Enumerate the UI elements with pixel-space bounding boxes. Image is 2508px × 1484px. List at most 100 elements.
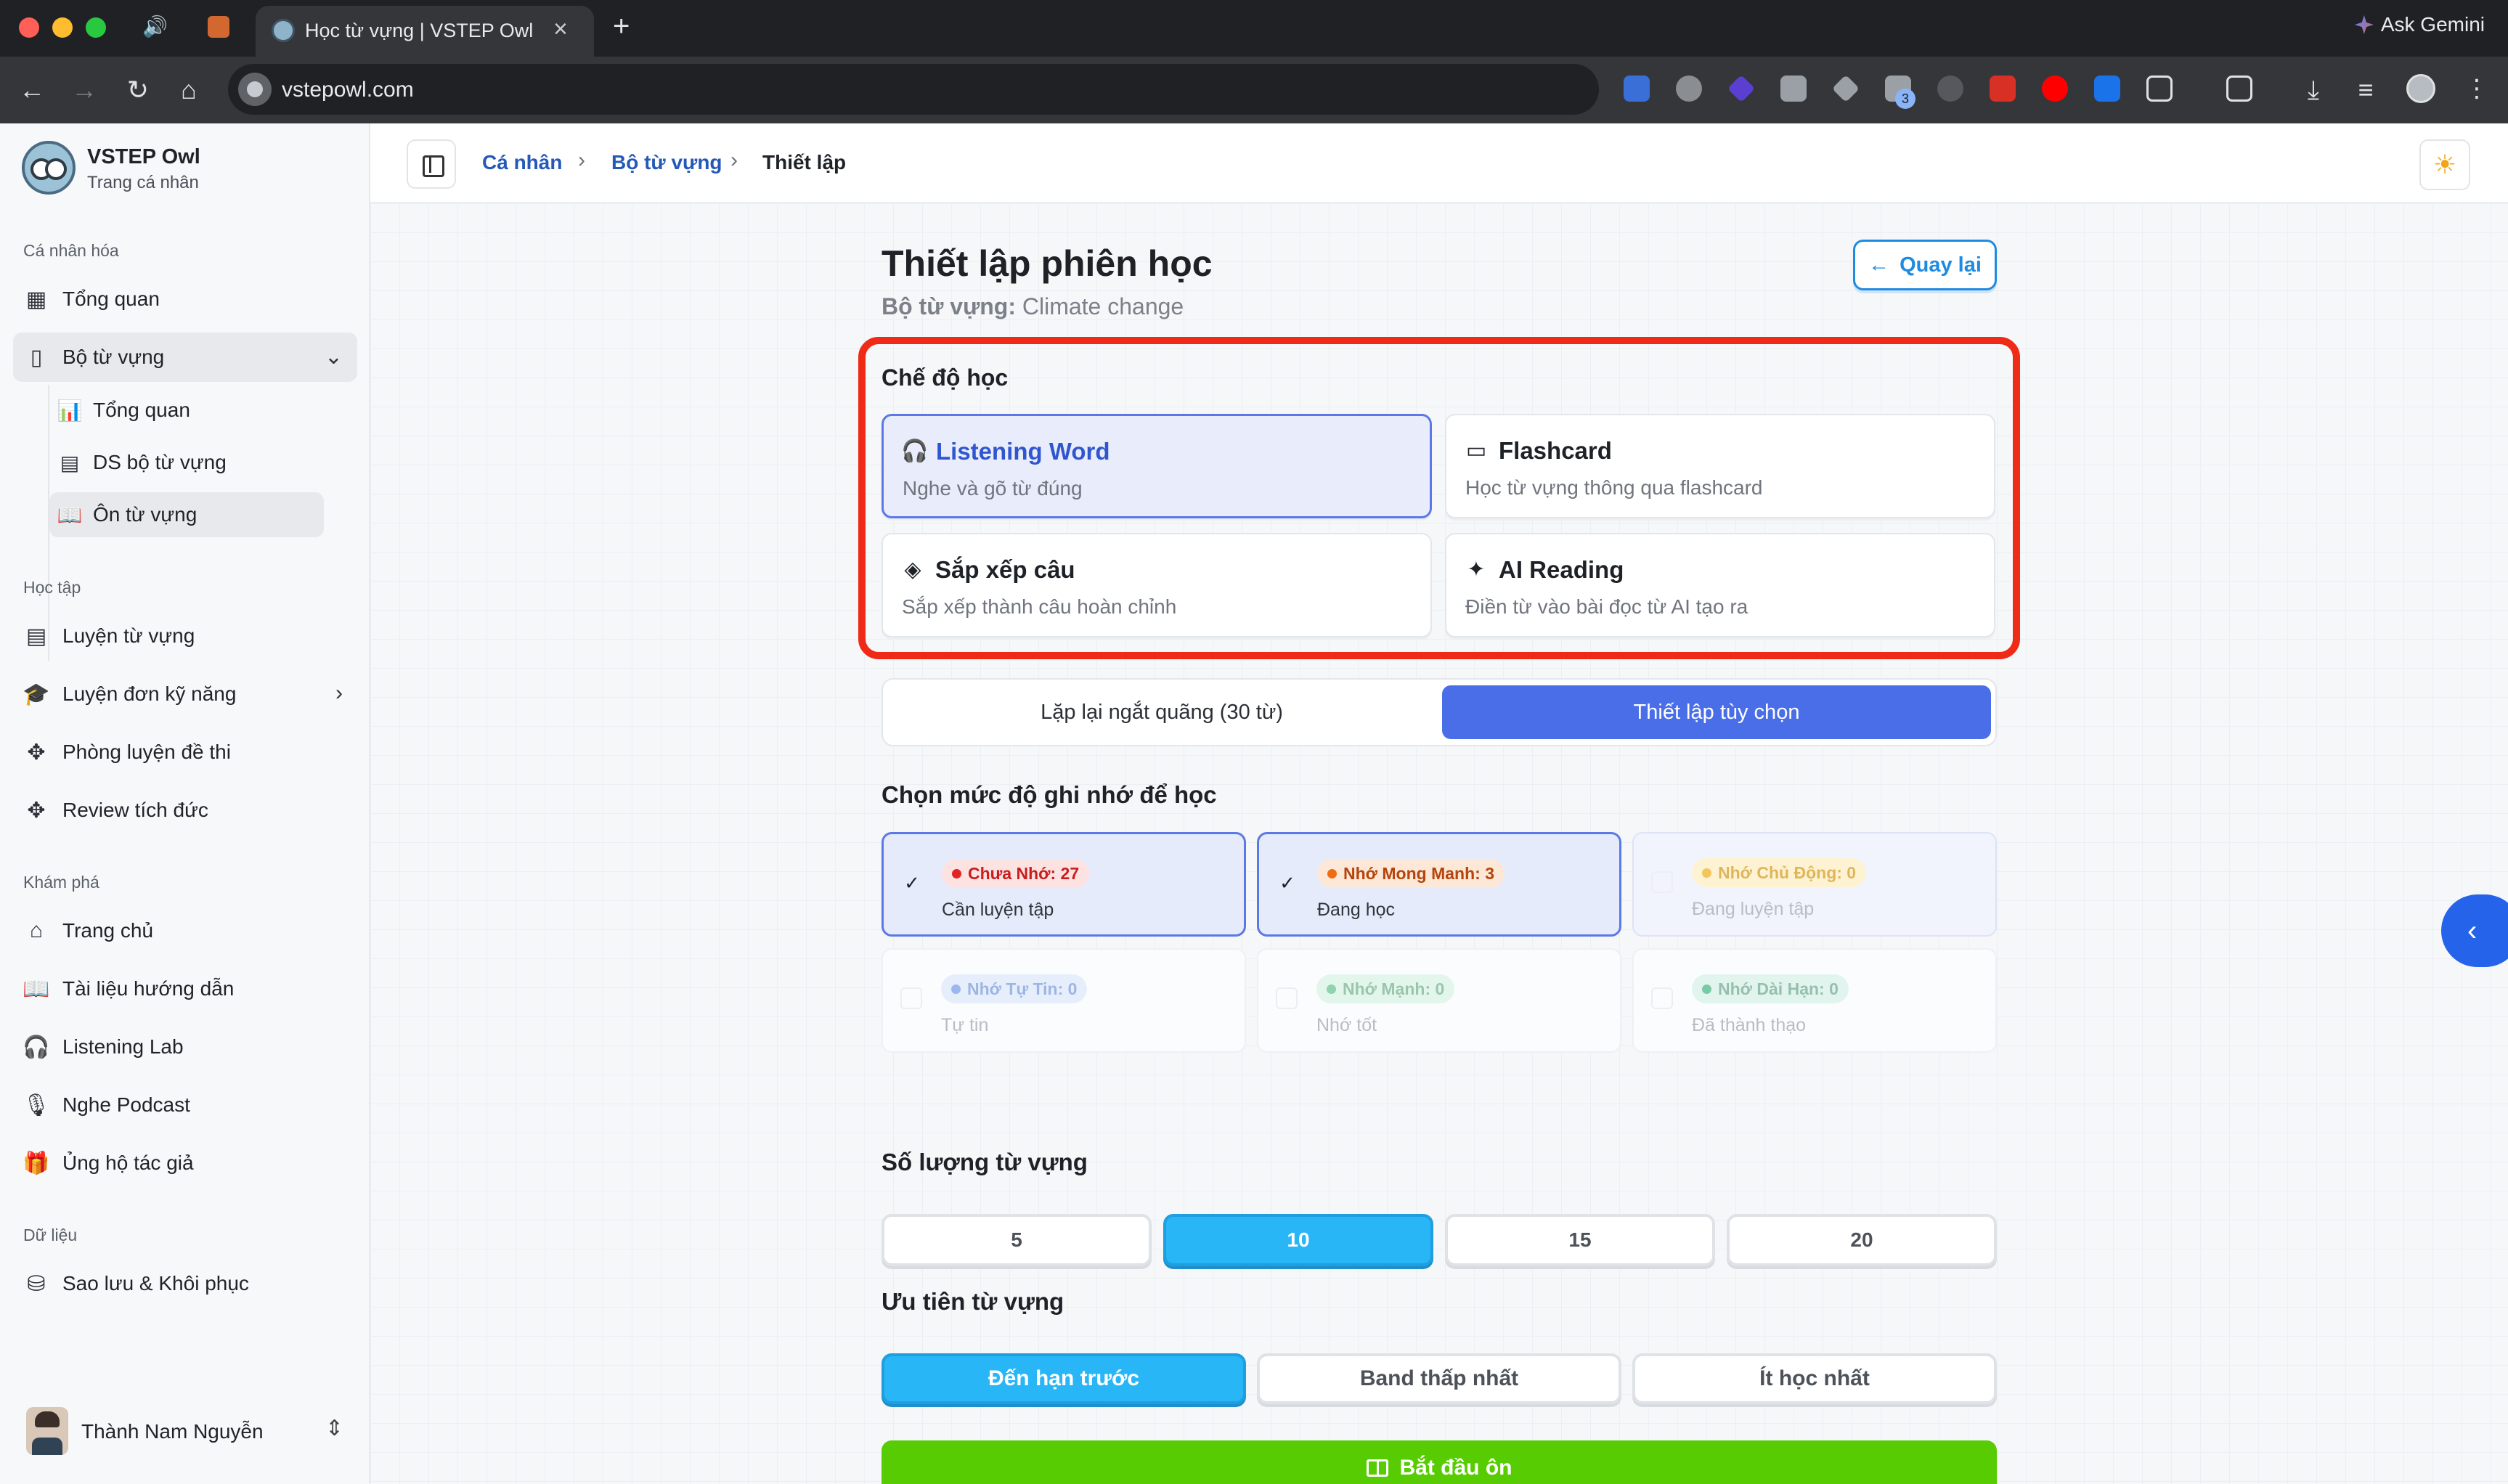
checkbox-icon[interactable]: ✓: [1276, 987, 1298, 1009]
sidebar-item-docs[interactable]: 📖 Tài liệu hướng dẫn: [13, 964, 357, 1014]
window-minimize-button[interactable]: [52, 17, 73, 38]
theme-toggle-sun-icon[interactable]: ☀: [2419, 139, 2470, 190]
start-button-label: Bắt đầu ôn: [1399, 1456, 1512, 1480]
extension-icon[interactable]: [1676, 76, 1702, 102]
sidebar-subitem-overview[interactable]: 📊 Tổng quan: [49, 388, 324, 433]
bar-chart-icon: 📊: [57, 399, 83, 422]
check-icon[interactable]: ✓: [901, 872, 923, 894]
sidebar-item-practice-vocab[interactable]: ▤ Luyện từ vựng: [13, 611, 357, 661]
level-description: Đang học: [1317, 900, 1396, 920]
sidebar-item-support[interactable]: 🎁 Ủng hộ tác giả: [13, 1138, 357, 1188]
brand-name[interactable]: VSTEP Owl: [87, 145, 200, 169]
site-info-icon[interactable]: [238, 73, 272, 106]
sidebar-toggle-button[interactable]: [407, 139, 456, 189]
arrow-left-icon: ←: [1868, 253, 1890, 277]
back-button[interactable]: ← Quay lại: [1853, 240, 1997, 290]
mode-card-flashcard[interactable]: ▭ Flashcard Học từ vựng thông qua flashc…: [1445, 414, 1995, 518]
level-badge: Nhớ Mạnh: 0: [1316, 974, 1455, 1003]
sidebar-item-listening-lab[interactable]: 🎧 Listening Lab: [13, 1022, 357, 1072]
graduation-cap-icon: 🎓: [23, 682, 50, 706]
window-close-button[interactable]: [19, 17, 39, 38]
mode-card-listening-word[interactable]: 🎧 Listening Word Nghe và gõ từ đúng: [882, 414, 1432, 518]
media-controls-icon[interactable]: ≡: [2348, 73, 2383, 107]
sidebar-subitem-list[interactable]: ▤ DS bộ từ vựng: [49, 440, 324, 485]
extension-icon[interactable]: [1990, 76, 2016, 102]
sidebar-item-label: Tổng quan: [62, 288, 160, 310]
checkbox-icon[interactable]: ✓: [1651, 871, 1673, 893]
level-card-not-remembered[interactable]: ✓ Chưa Nhớ: 27 Cần luyện tập: [882, 832, 1246, 937]
level-card-confident[interactable]: ✓ Nhớ Tự Tin: 0 Tự tin: [882, 948, 1246, 1053]
ask-gemini-button[interactable]: Ask Gemini: [2354, 13, 2485, 36]
level-card-fragile[interactable]: ✓ Nhớ Mong Manh: 3 Đang học: [1257, 832, 1621, 937]
new-tab-button[interactable]: +: [613, 10, 630, 42]
sidebar-item-vocab-set[interactable]: ▯ Bộ từ vựng ⌄: [13, 333, 357, 382]
home-icon[interactable]: ⌂: [171, 73, 206, 107]
translate-extension-icon[interactable]: [1624, 76, 1650, 102]
window-zoom-button[interactable]: [86, 17, 106, 38]
level-card-active[interactable]: ✓ Nhớ Chủ Động: 0 Đang luyện tập: [1632, 832, 1997, 937]
tab-close-icon[interactable]: ×: [553, 16, 568, 42]
quantity-option-20[interactable]: 20: [1727, 1214, 1997, 1266]
tab-audio-icon[interactable]: 🔊: [142, 15, 168, 39]
extension-icon[interactable]: [1937, 76, 1963, 102]
sidebar-item-backup[interactable]: ⛁ Sao lưu & Khôi phục: [13, 1259, 357, 1308]
mode-title: AI Reading: [1499, 556, 1624, 583]
download-icon[interactable]: ⤓: [2296, 73, 2331, 107]
extension-icon[interactable]: [1831, 74, 1860, 103]
tab-search-icon[interactable]: [2226, 76, 2252, 102]
gemini-icon: [2354, 15, 2374, 34]
open-book-icon: 📖: [57, 503, 83, 526]
checkbox-icon[interactable]: ✓: [900, 987, 922, 1009]
breadcrumb-separator-icon: ›: [730, 148, 738, 172]
address-bar[interactable]: vstepowl.com: [228, 64, 1599, 115]
app-page: VSTEP Owl Trang cá nhân Cá nhân hóa ▦ Tổ…: [0, 123, 2508, 1484]
spaced-repetition-option[interactable]: Lặp lại ngắt quãng (30 từ): [887, 685, 1436, 739]
quantity-option-10[interactable]: 10: [1163, 1214, 1433, 1266]
sidebar-subitem-label: Ôn từ vựng: [93, 503, 198, 526]
custom-setup-option[interactable]: Thiết lập tùy chọn: [1442, 685, 1991, 739]
sidebar-item-review[interactable]: ✥ Review tích đức: [13, 786, 357, 835]
sidebar-item-podcast[interactable]: 🎙 Nghe Podcast: [13, 1080, 357, 1130]
breadcrumb-link[interactable]: Cá nhân: [482, 151, 562, 174]
mode-heading: Chế độ học: [882, 364, 1009, 391]
checkbox-icon[interactable]: ✓: [1651, 987, 1673, 1009]
headphones-icon: 🎧: [901, 439, 929, 463]
owl-logo-icon: [22, 141, 76, 195]
pinned-tab[interactable]: [208, 16, 229, 38]
extension-icon[interactable]: [2094, 76, 2120, 102]
priority-lowest-band-button[interactable]: Band thấp nhất: [1257, 1353, 1621, 1404]
sidebar-item-practice-skill[interactable]: 🎓 Luyện đơn kỹ năng ›: [13, 669, 357, 719]
mode-card-sentence-order[interactable]: ◈ Sắp xếp câu Sắp xếp thành câu hoàn chỉ…: [882, 533, 1432, 637]
camera-extension-icon[interactable]: [1780, 76, 1807, 102]
active-tab[interactable]: Học từ vựng | VSTEP Owl ×: [256, 6, 594, 57]
reload-icon[interactable]: ↻: [121, 73, 155, 107]
start-review-button[interactable]: Bắt đầu ôn: [882, 1440, 1997, 1484]
browser-menu-icon[interactable]: ⋮: [2464, 73, 2489, 105]
browser-profile-avatar[interactable]: [2406, 74, 2435, 103]
level-card-strong[interactable]: ✓ Nhớ Mạnh: 0 Nhớ tốt: [1257, 948, 1621, 1053]
youtube-extension-icon[interactable]: [2042, 76, 2068, 102]
forward-arrow-icon[interactable]: →: [67, 73, 102, 107]
user-menu[interactable]: Thành Nam Nguyễn ⇕: [0, 1397, 370, 1469]
quantity-option-5[interactable]: 5: [882, 1214, 1152, 1266]
breadcrumb-link[interactable]: Bộ từ vựng: [611, 151, 722, 174]
sidebar-item-label: Luyện từ vựng: [62, 624, 195, 647]
sidebar-item-label: Tài liệu hướng dẫn: [62, 977, 235, 1000]
sidebar-subitem-review[interactable]: 📖 Ôn từ vựng: [49, 492, 324, 537]
sidebar-item-label: Review tích đức: [62, 799, 208, 821]
back-arrow-icon[interactable]: ←: [15, 73, 49, 107]
sidebar-item-overview[interactable]: ▦ Tổng quan: [13, 274, 357, 324]
check-icon[interactable]: ✓: [1277, 872, 1298, 894]
quantity-option-15[interactable]: 15: [1445, 1214, 1715, 1266]
sidebar-item-home[interactable]: ⌂ Trang chủ: [13, 906, 357, 955]
priority-least-studied-button[interactable]: Ít học nhất: [1632, 1353, 1997, 1404]
extensions-puzzle-icon[interactable]: [2146, 76, 2173, 102]
level-card-long-term[interactable]: ✓ Nhớ Dài Hạn: 0 Đã thành thạo: [1632, 948, 1997, 1053]
extension-icon[interactable]: [1727, 74, 1756, 103]
sidebar-item-exam-room[interactable]: ✥ Phòng luyện đề thi: [13, 727, 357, 777]
house-icon: ⌂: [29, 918, 44, 942]
priority-due-first-button[interactable]: Đến hạn trước: [882, 1353, 1246, 1404]
collapse-panel-chevron-left-icon[interactable]: ‹: [2441, 894, 2508, 967]
section-label-data: Dữ liệu: [23, 1226, 78, 1244]
mode-card-ai-reading[interactable]: ✦ AI Reading Điền từ vào bài đọc từ AI t…: [1445, 533, 1995, 637]
